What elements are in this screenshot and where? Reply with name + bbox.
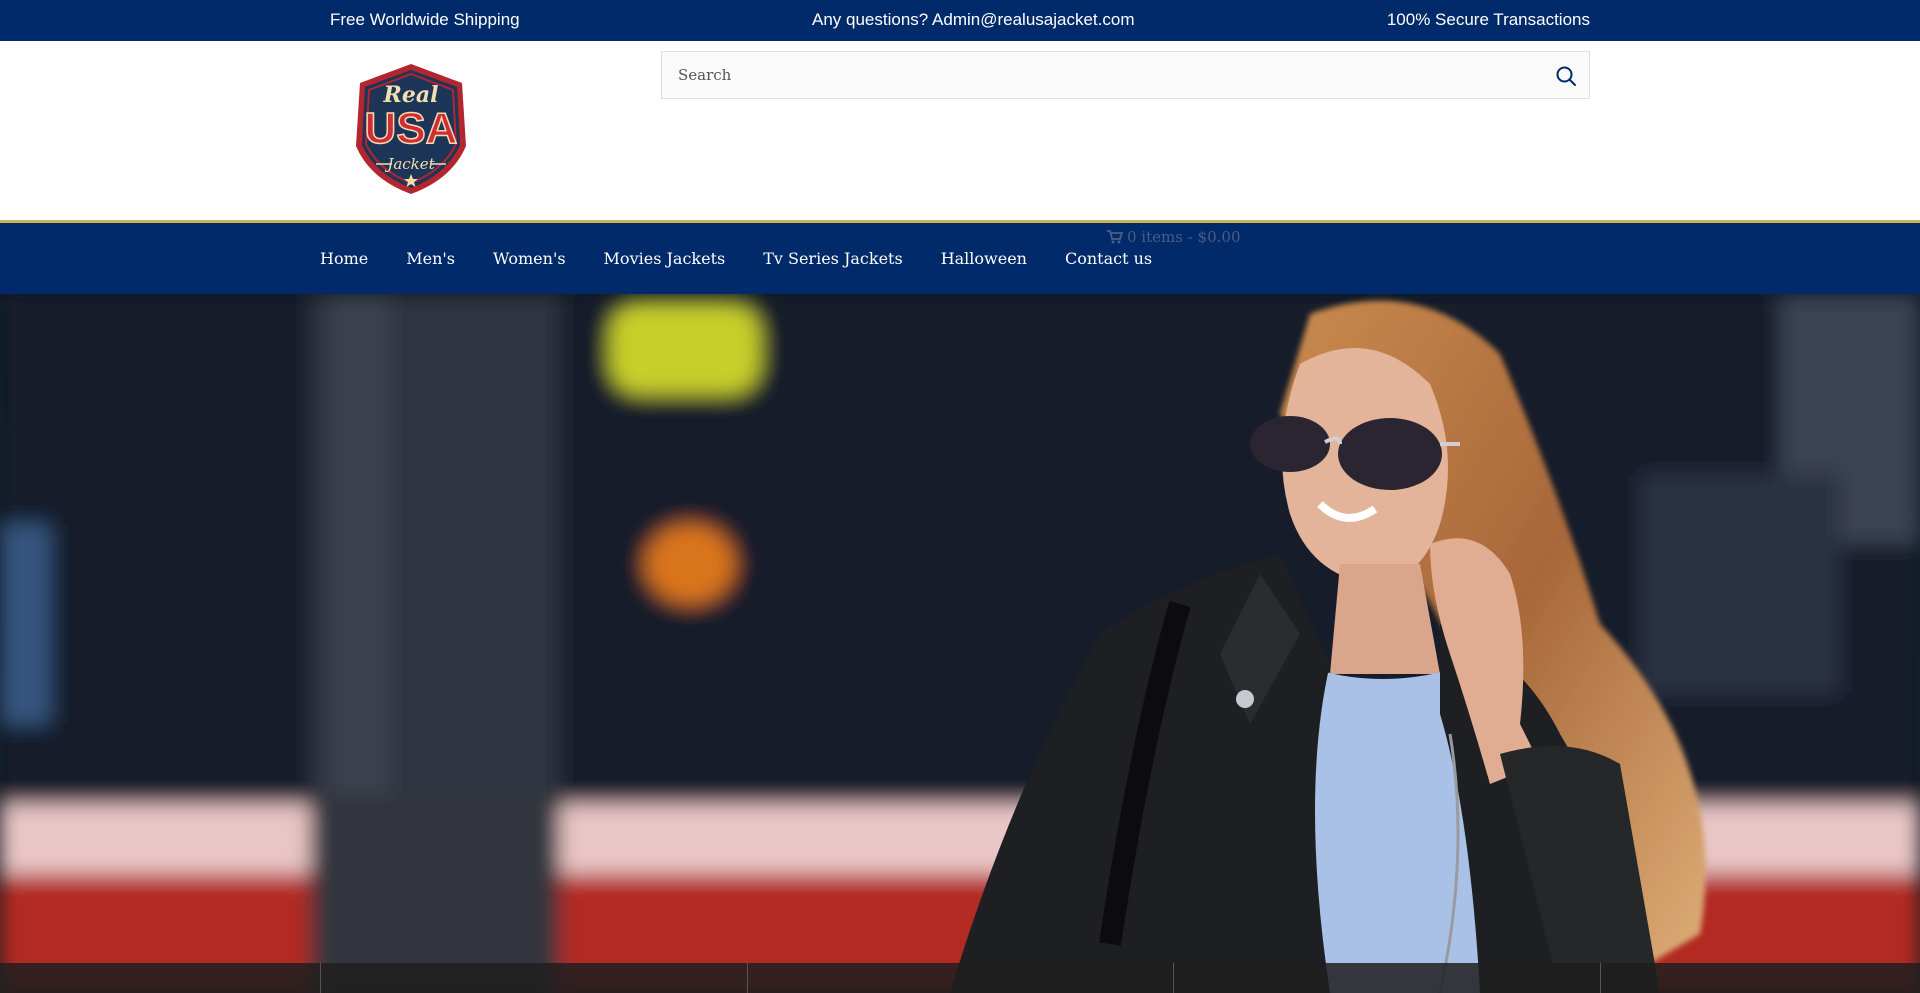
logo-badge-icon: Real USA Jacket [356, 64, 466, 194]
hero-banner[interactable] [0, 294, 1920, 993]
contact-notice[interactable]: Any questions? Admin@realusajacket.com [812, 10, 1134, 30]
site-logo[interactable]: Real USA Jacket [352, 61, 470, 197]
secure-notice: 100% Secure Transactions [1386, 10, 1590, 29]
nav-item-womens[interactable]: Women's [493, 249, 566, 268]
cart-icon [1107, 230, 1123, 244]
cart-summary[interactable]: 0 items - $0.00 [1107, 228, 1240, 246]
nav-item-halloween[interactable]: Halloween [941, 249, 1027, 268]
search-bar [661, 51, 1590, 99]
search-icon[interactable] [1555, 65, 1577, 87]
logo-text-jacket: Jacket [384, 155, 435, 173]
shipping-notice: Free Worldwide Shipping [330, 10, 520, 29]
search-input[interactable] [662, 52, 1542, 98]
nav-menu: Home Men's Women's Movies Jackets Tv Ser… [320, 249, 1152, 268]
nav-item-mens[interactable]: Men's [406, 249, 455, 268]
hero-image [0, 294, 1920, 993]
logo-text-usa: USA [365, 104, 458, 153]
hero-bottom-strip [0, 963, 1920, 993]
nav-item-tv-series-jackets[interactable]: Tv Series Jackets [763, 249, 902, 268]
cart-text: 0 items - $0.00 [1127, 228, 1241, 246]
nav-item-home[interactable]: Home [320, 249, 368, 268]
nav-item-contact-us[interactable]: Contact us [1065, 249, 1152, 268]
announcement-bar: Free Worldwide Shipping Any questions? A… [0, 0, 1920, 41]
main-navigation: 0 items - $0.00 Home Men's Women's Movie… [0, 223, 1920, 294]
site-header: Real USA Jacket [0, 41, 1920, 221]
nav-item-movies-jackets[interactable]: Movies Jackets [604, 249, 726, 268]
